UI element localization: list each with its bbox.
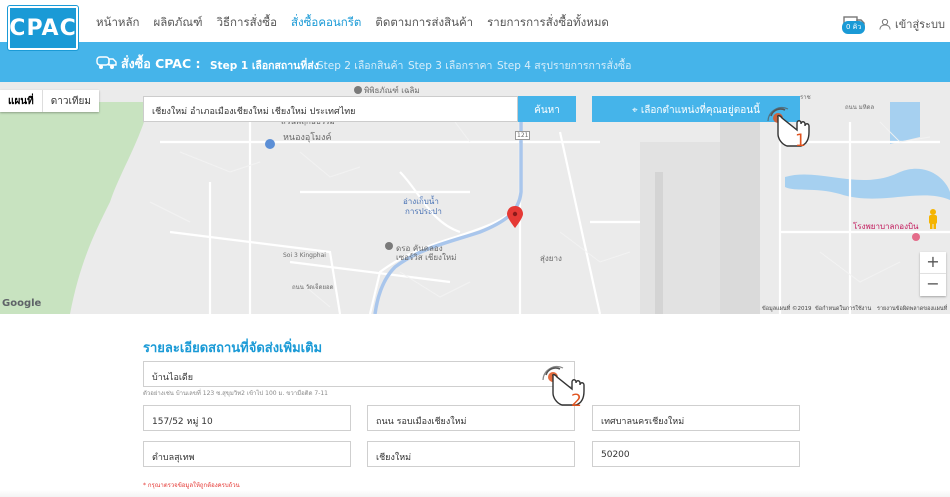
place-name-hint: ตัวอย่างเช่น บ้านเลขที่ 123 ซ.สุขุมวิท2 … bbox=[143, 390, 328, 397]
map-label: Soi 3 Kingphai bbox=[283, 252, 326, 259]
postcode-value: 50200 bbox=[601, 450, 630, 460]
nav-item-home[interactable]: หน้าหลัก bbox=[96, 14, 140, 32]
map-search-button-label: ค้นหา bbox=[534, 105, 560, 116]
map-report-link[interactable]: รายงานข้อผิดพลาดของแผนที่ bbox=[877, 305, 947, 313]
tap-hand-icon bbox=[542, 366, 585, 406]
bottom-fade bbox=[0, 490, 950, 497]
google-logo: Google bbox=[2, 298, 42, 309]
zoom-out-button[interactable]: − bbox=[920, 274, 946, 296]
province-input[interactable]: เชียงใหม่ bbox=[367, 441, 575, 467]
step-3-select-price[interactable]: Step 3 เลือกราคา bbox=[408, 57, 492, 74]
map-label: หนองอุโมงค์ bbox=[283, 133, 332, 143]
step-1-select-location[interactable]: Step 1 เลือกสถานที่ส่ง bbox=[210, 57, 319, 74]
annotation-number: 2 bbox=[571, 391, 582, 411]
map-label: โรงพยาบาลกองบิน bbox=[853, 222, 919, 231]
nav-item-how-to-order[interactable]: วิธีการสั่งซื้อ bbox=[217, 14, 277, 32]
nav-item-track-delivery[interactable]: ติดตามการส่งสินค้า bbox=[375, 14, 473, 32]
map-attribution: ข้อมูลแผนที่ ©2019 bbox=[762, 306, 812, 312]
zoom-in-label: + bbox=[926, 252, 940, 271]
zoom-out-label: − bbox=[926, 274, 940, 293]
steps-title: สั่งซื้อ CPAC : bbox=[121, 56, 201, 71]
place-name-input[interactable]: บ้านไอเดีย bbox=[143, 361, 575, 387]
top-nav: CPAC หน้าหลัก ผลิตภัณฑ์ วิธีการสั่งซื้อ … bbox=[0, 0, 950, 51]
cart-badge: 0 คิว bbox=[842, 21, 866, 34]
map-label: ถนน มหิดล bbox=[845, 104, 875, 111]
map-label: ถนน วัดเจ็ดยอด bbox=[292, 284, 334, 291]
logo-text: CPAC bbox=[9, 15, 77, 41]
map-type-map[interactable]: แผนที่ bbox=[0, 90, 43, 112]
user-icon bbox=[879, 18, 891, 30]
subdistrict-input[interactable]: ตำบลสุเทพ bbox=[143, 441, 351, 467]
step-4-order-summary[interactable]: Step 4 สรุปรายการการสั่งซื้อ bbox=[497, 57, 631, 74]
road-number-badge: 121 bbox=[515, 131, 531, 140]
map-label: การประปา bbox=[405, 207, 442, 216]
order-steps-bar: สั่งซื้อ CPAC : Step 1 เลือกสถานที่ส่ง S… bbox=[0, 42, 950, 82]
municipality-input[interactable]: เทศบาลนครเชียงใหม่ bbox=[592, 405, 800, 431]
cpac-logo[interactable]: CPAC bbox=[7, 5, 79, 51]
page-root: CPAC หน้าหลัก ผลิตภัณฑ์ วิธีการสั่งซื้อ … bbox=[0, 0, 950, 497]
login-link[interactable]: เข้าสู่ระบบ bbox=[879, 15, 945, 33]
tap-hand-icon bbox=[767, 107, 810, 147]
map-type-control: แผนที่ ดาวเทียม bbox=[0, 90, 99, 112]
use-current-location-label: เลือกตำแหน่งที่คุณอยู่ตอนนี้ bbox=[640, 105, 760, 116]
crosshair-icon: ⌖ bbox=[632, 105, 641, 116]
province-value: เชียงใหม่ bbox=[376, 453, 412, 463]
nav-item-products[interactable]: ผลิตภัณฑ์ bbox=[154, 14, 203, 32]
required-note: * กรุณาตรวจข้อมูลให้ถูกต้องครบถ้วน bbox=[143, 482, 240, 489]
map-search-input[interactable]: เชียงใหม่ อำเภอเมืองเชียงใหม่ เชียงใหม่ … bbox=[143, 96, 518, 122]
postcode-input[interactable]: 50200 bbox=[592, 441, 800, 467]
map-search-button[interactable]: ค้นหา bbox=[518, 96, 576, 122]
mixer-truck-icon bbox=[96, 56, 117, 69]
map-terms-link[interactable]: ข้อกำหนดในการใช้งาน bbox=[815, 305, 871, 313]
house-number-input[interactable]: 157/52 หมู่ 10 bbox=[143, 405, 351, 431]
municipality-value: เทศบาลนครเชียงใหม่ bbox=[601, 417, 685, 427]
annotation-number: 1 bbox=[795, 131, 806, 151]
house-number-value: 157/52 หมู่ 10 bbox=[152, 417, 213, 427]
map-label: เซอร์วิส เชียงใหม่ bbox=[396, 253, 457, 262]
road-value: ถนน รอบเมืองเชียงใหม่ bbox=[376, 417, 467, 427]
nav-item-order-concrete[interactable]: สั่งซื้อคอนกรีต bbox=[291, 14, 361, 32]
nav-item-all-orders[interactable]: รายการการสั่งซื้อทั้งหมด bbox=[487, 14, 609, 32]
street-view-pegman-icon[interactable] bbox=[926, 208, 940, 230]
map-search-value: เชียงใหม่ อำเภอเมืองเชียงใหม่ เชียงใหม่ … bbox=[152, 107, 356, 117]
map-type-satellite[interactable]: ดาวเทียม bbox=[43, 90, 99, 112]
subdistrict-value: ตำบลสุเทพ bbox=[152, 453, 195, 463]
delivery-details-title: รายละเอียดสถานที่จัดส่งเพิ่มเติม bbox=[143, 341, 323, 356]
step-2-select-product[interactable]: Step 2 เลือกสินค้า bbox=[317, 57, 403, 74]
zoom-in-button[interactable]: + bbox=[920, 252, 946, 274]
map-label: สุ่งยาง bbox=[540, 254, 562, 263]
place-name-value: บ้านไอเดีย bbox=[152, 373, 194, 383]
login-label: เข้าสู่ระบบ bbox=[895, 18, 945, 31]
main-menu: หน้าหลัก ผลิตภัณฑ์ วิธีการสั่งซื้อ สั่งซ… bbox=[96, 14, 609, 32]
map-label: ราช bbox=[800, 94, 811, 101]
